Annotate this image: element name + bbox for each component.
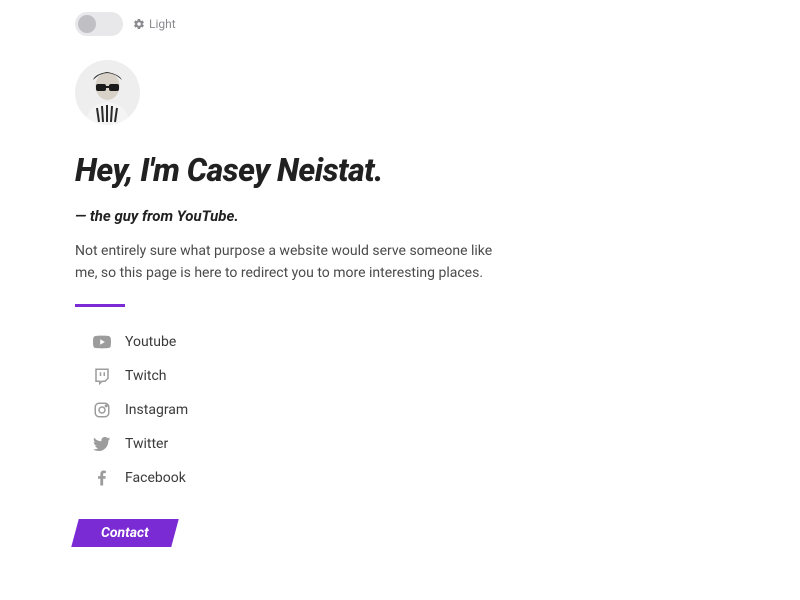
youtube-icon bbox=[93, 333, 111, 351]
social-item-youtube[interactable]: Youtube bbox=[75, 325, 725, 359]
social-label: Instagram bbox=[125, 402, 188, 418]
instagram-icon bbox=[93, 401, 111, 419]
social-item-facebook[interactable]: Facebook bbox=[75, 461, 725, 495]
theme-label: Light bbox=[149, 17, 176, 31]
social-item-instagram[interactable]: Instagram bbox=[75, 393, 725, 427]
theme-switcher: Light bbox=[75, 12, 725, 36]
avatar bbox=[75, 60, 140, 125]
intro-text: Not entirely sure what purpose a website… bbox=[75, 241, 515, 284]
social-label: Twitch bbox=[125, 368, 167, 384]
theme-toggle[interactable] bbox=[75, 12, 123, 36]
page-subtitle: — the guy from YouTube. bbox=[75, 207, 725, 225]
theme-label-wrap: Light bbox=[133, 17, 176, 31]
contact-button[interactable]: Contact bbox=[71, 519, 178, 547]
social-list: Youtube Twitch Instagram Twitter Faceboo… bbox=[75, 325, 725, 495]
social-item-twitch[interactable]: Twitch bbox=[75, 359, 725, 393]
social-label: Youtube bbox=[125, 334, 176, 350]
twitter-icon bbox=[93, 435, 111, 453]
social-item-twitter[interactable]: Twitter bbox=[75, 427, 725, 461]
accent-rule bbox=[75, 304, 125, 307]
page-title: Hey, I'm Casey Neistat. bbox=[75, 151, 725, 189]
social-label: Facebook bbox=[125, 470, 186, 486]
twitch-icon bbox=[93, 367, 111, 385]
contact-label: Contact bbox=[101, 525, 149, 541]
toggle-knob bbox=[78, 15, 96, 33]
social-label: Twitter bbox=[125, 436, 168, 452]
facebook-icon bbox=[93, 469, 111, 487]
gear-icon bbox=[133, 18, 145, 30]
